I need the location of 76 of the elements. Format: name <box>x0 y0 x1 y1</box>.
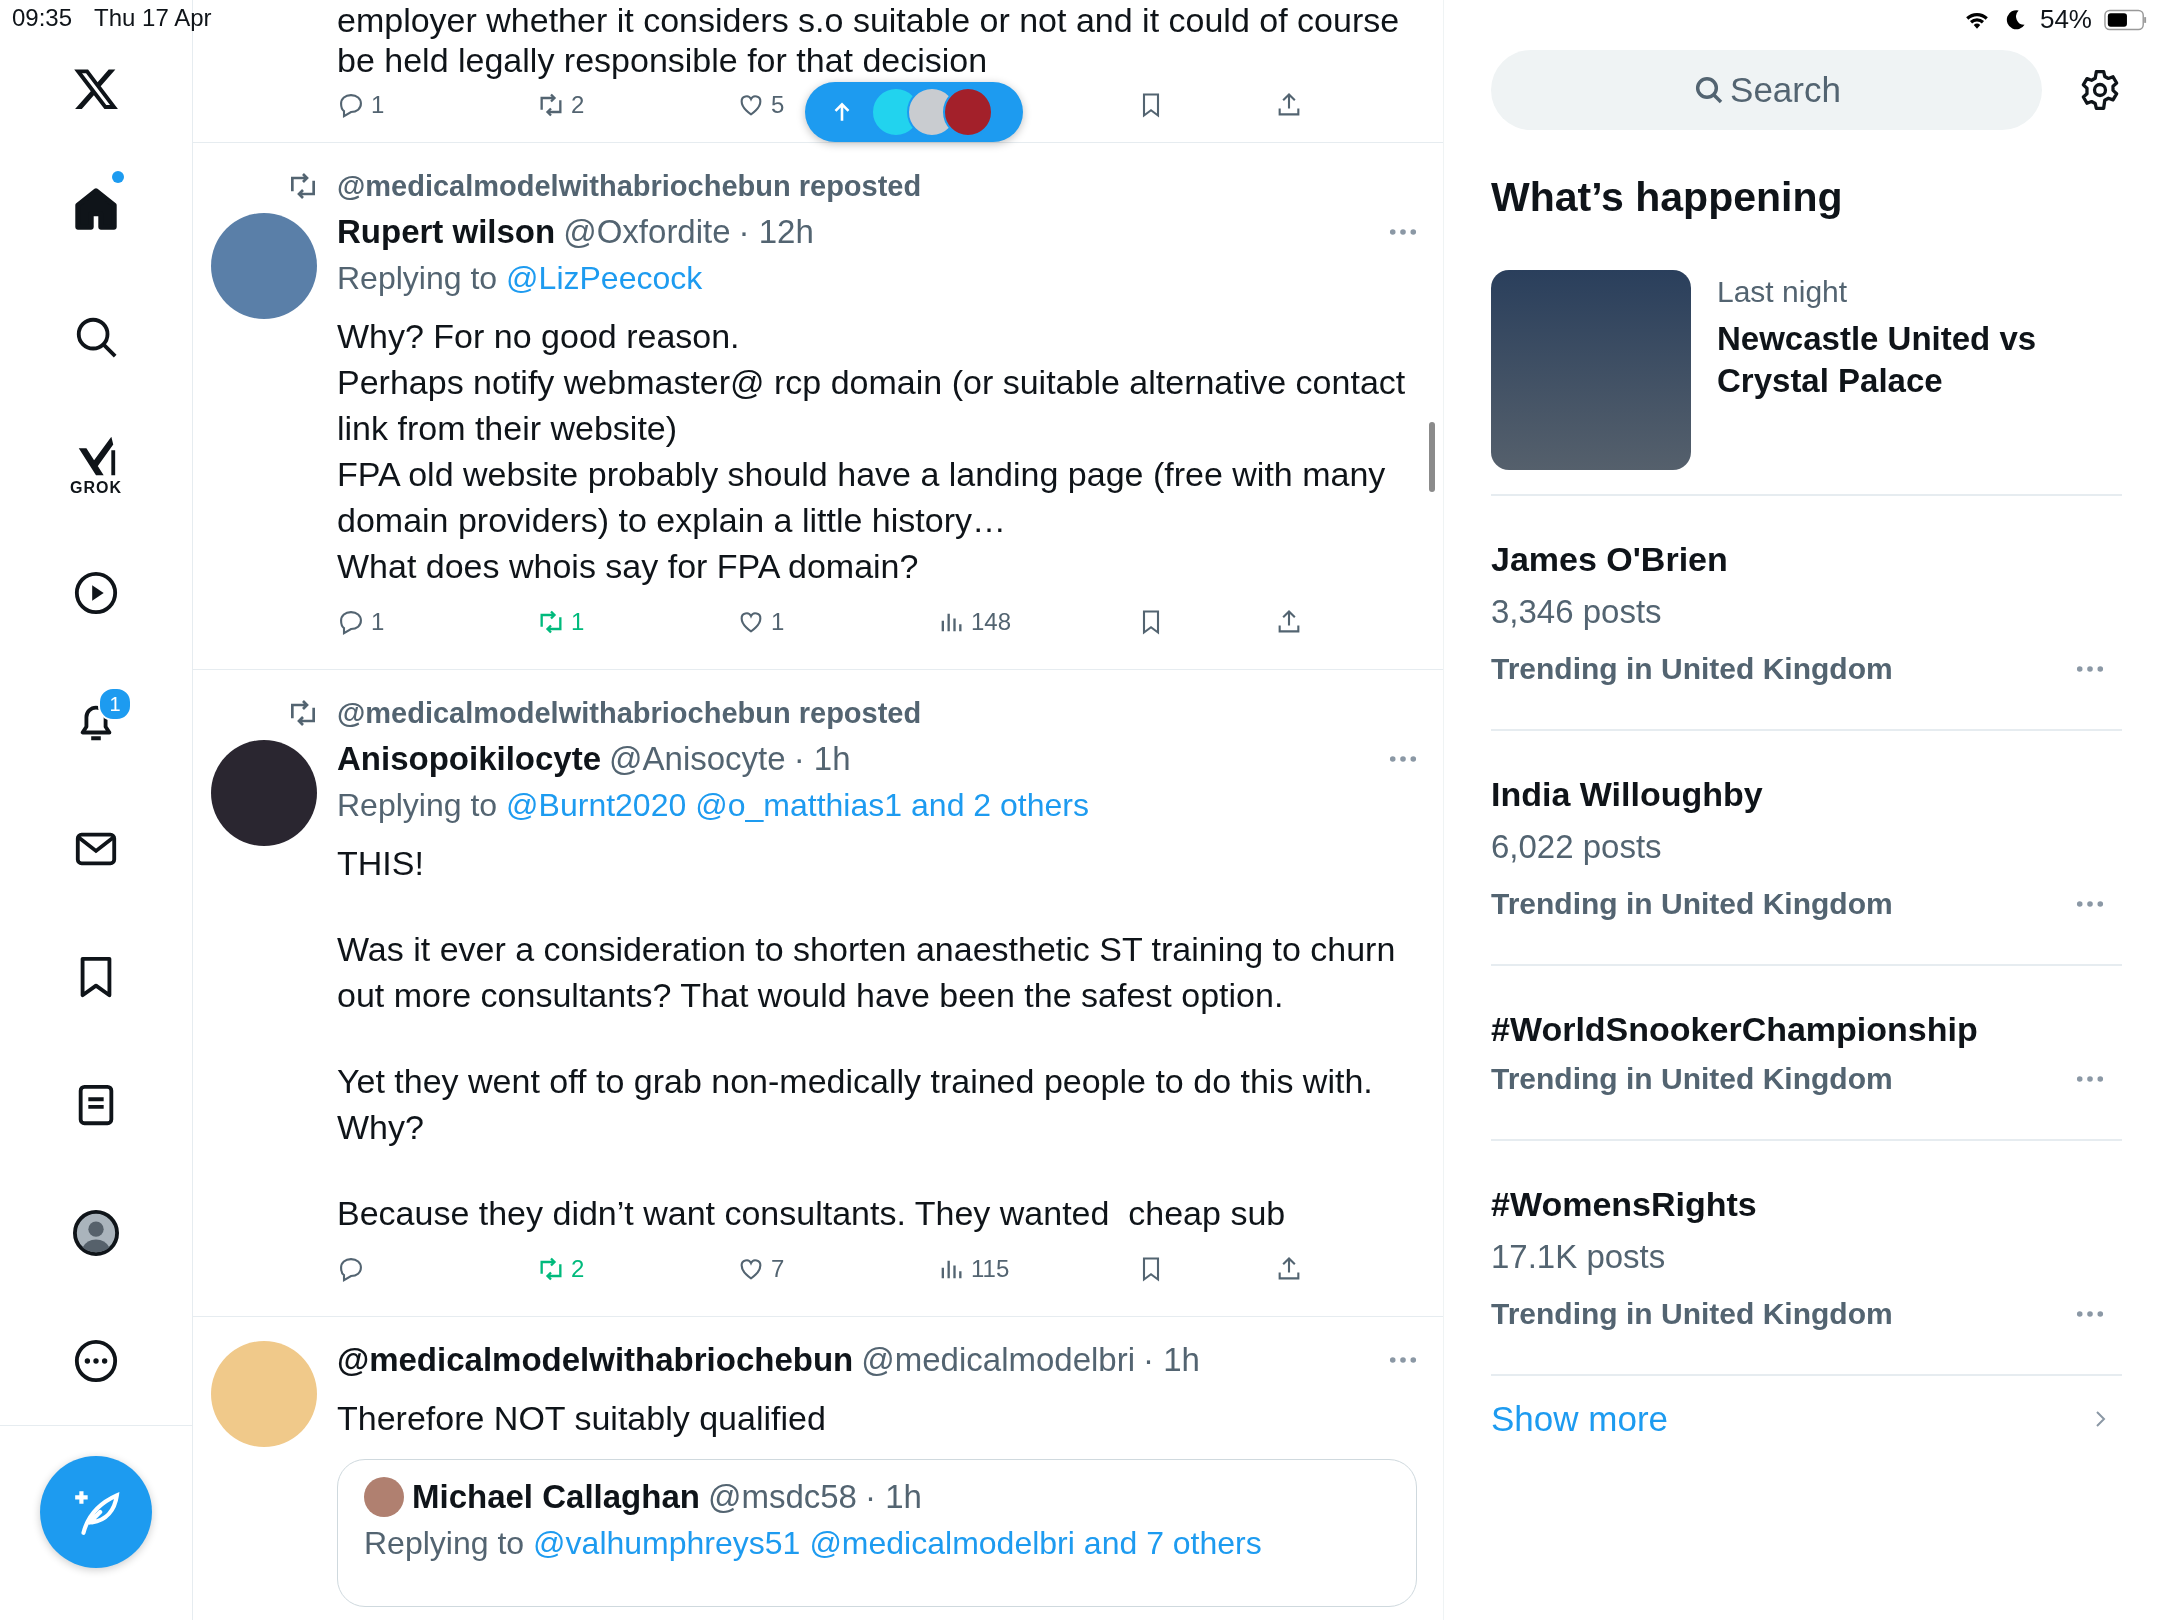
grok-nav-item[interactable]: GROK <box>46 400 146 529</box>
author-name[interactable]: @medicalmodelwithabriochebun <box>337 1337 854 1383</box>
author-name: Michael Callaghan <box>412 1477 700 1517</box>
speech-bubble-icon <box>337 91 365 119</box>
post-count: 3,346 posts <box>1491 592 1663 632</box>
more-icon[interactable] <box>2076 665 2104 673</box>
post-text: Was it ever a consideration to shorten anaesthetic ST training to churn out more consultants? That would have been the safest option. <box>337 929 1397 1016</box>
scrollbar[interactable] <box>1429 422 1435 492</box>
reply-button[interactable]: 1 <box>337 608 385 636</box>
replying-label: Replying to <box>337 786 498 825</box>
post-text: be held legally responsible for that decision <box>337 40 989 80</box>
search-field[interactable]: Search <box>1491 50 2042 130</box>
post-text: Because they didn’t want consultants. They wanted cheap sub <box>337 1193 1287 1234</box>
trend-title[interactable]: #WomensRights <box>1491 1181 2122 1227</box>
author-handle: @msdc58 <box>707 1477 857 1517</box>
repost-button[interactable]: 2 <box>537 91 585 119</box>
grok-label: GROK <box>70 478 122 497</box>
post-text: Therefore NOT suitably qualified <box>337 1398 827 1439</box>
post-time: · 1h <box>865 1477 922 1517</box>
post-count: 6,022 posts <box>1491 827 1663 867</box>
more-icon[interactable] <box>2076 1310 2104 1318</box>
like-button[interactable]: 1 <box>737 608 785 636</box>
post-time: · 1h <box>1143 1340 1200 1380</box>
battery-percent: 54% <box>2039 4 2092 35</box>
more-icon[interactable] <box>2076 1075 2104 1083</box>
trend-title: Newcastle United vs Crystal Palace <box>1717 319 2038 401</box>
trend-time: Last night <box>1717 274 1849 310</box>
section-heading: What’s happening <box>1491 173 1844 222</box>
like-button[interactable]: 7 <box>737 1255 785 1283</box>
status-time: 09:35 <box>12 4 73 32</box>
trend-context: Trending in United Kingdom <box>1491 1296 1893 1332</box>
trend-context: Trending in United Kingdom <box>1491 651 1893 687</box>
status-date: Thu 17 Apr <box>94 4 212 32</box>
post-text: What does whois say for FPA domain? <box>337 546 920 587</box>
more-icon[interactable] <box>2076 900 2104 908</box>
author-name[interactable]: Rupert wilson <box>337 209 556 255</box>
post-time: · 1h <box>793 739 851 779</box>
trend-title[interactable]: James O'Brien <box>1491 536 2122 582</box>
post-count: 17.1K posts <box>1491 1237 1667 1277</box>
post-text: Perhaps notify webmaster@ rcp domain (or suitable alternative contact link from their website) <box>337 362 1407 449</box>
replying-label: Replying to <box>364 1524 525 1563</box>
replying-label: Replying to <box>337 259 498 298</box>
more-icon[interactable] <box>1389 1356 1417 1364</box>
post-time: · 12h <box>738 212 814 252</box>
trend-context: Trending in United Kingdom <box>1491 886 1893 922</box>
author-handle: @Anisocyte <box>609 739 786 779</box>
battery-icon <box>2104 8 2148 31</box>
avatar <box>364 1477 404 1517</box>
trend-title[interactable]: #WorldSnookerChampionship <box>1491 1006 2122 1052</box>
author-handle: @Oxfordite <box>563 212 731 252</box>
reply-button[interactable]: 1 <box>337 91 385 119</box>
post-text: Yet they went off to grab non-medically trained people to do this with. Why? <box>337 1061 1374 1148</box>
views-button[interactable]: 115 <box>937 1255 1010 1283</box>
like-button[interactable]: 5 <box>737 91 785 119</box>
post-text: THIS! <box>337 843 425 884</box>
author-name[interactable]: Anisopoikilocyte <box>337 736 602 782</box>
author-handle: @medicalmodelbri <box>861 1340 1136 1380</box>
trend-card[interactable]: Last night Newcastle United vs Crystal Palace <box>1491 270 2122 496</box>
post-text: FPA old website probably should have a landing page (free with many domain providers) to explain a little history… <box>337 454 1387 541</box>
trend-context: Trending in United Kingdom <box>1491 1061 1893 1097</box>
notification-count: 1 <box>98 686 132 721</box>
post-text: Why? For no good reason. <box>337 316 741 357</box>
repost-label: @medicalmodelwithabriochebun reposted <box>337 169 923 204</box>
more-icon[interactable] <box>1389 228 1417 236</box>
views-button[interactable]: 148 <box>937 608 1012 636</box>
trend-title[interactable]: India Willoughby <box>1491 771 2122 817</box>
search-icon <box>1693 74 1725 106</box>
speech-bubble-icon <box>337 608 365 636</box>
reply-button[interactable] <box>337 1255 365 1283</box>
post-text: employer whether it considers s.o suitable or not and it could of course <box>337 0 1401 40</box>
new-posts-button[interactable] <box>805 82 1023 142</box>
compose-button[interactable] <box>40 1455 152 1568</box>
chevron-right-icon <box>2094 1409 2106 1429</box>
speech-bubble-icon <box>337 1255 365 1283</box>
more-icon[interactable] <box>1389 755 1417 763</box>
repost-label: @medicalmodelwithabriochebun reposted <box>337 696 923 731</box>
